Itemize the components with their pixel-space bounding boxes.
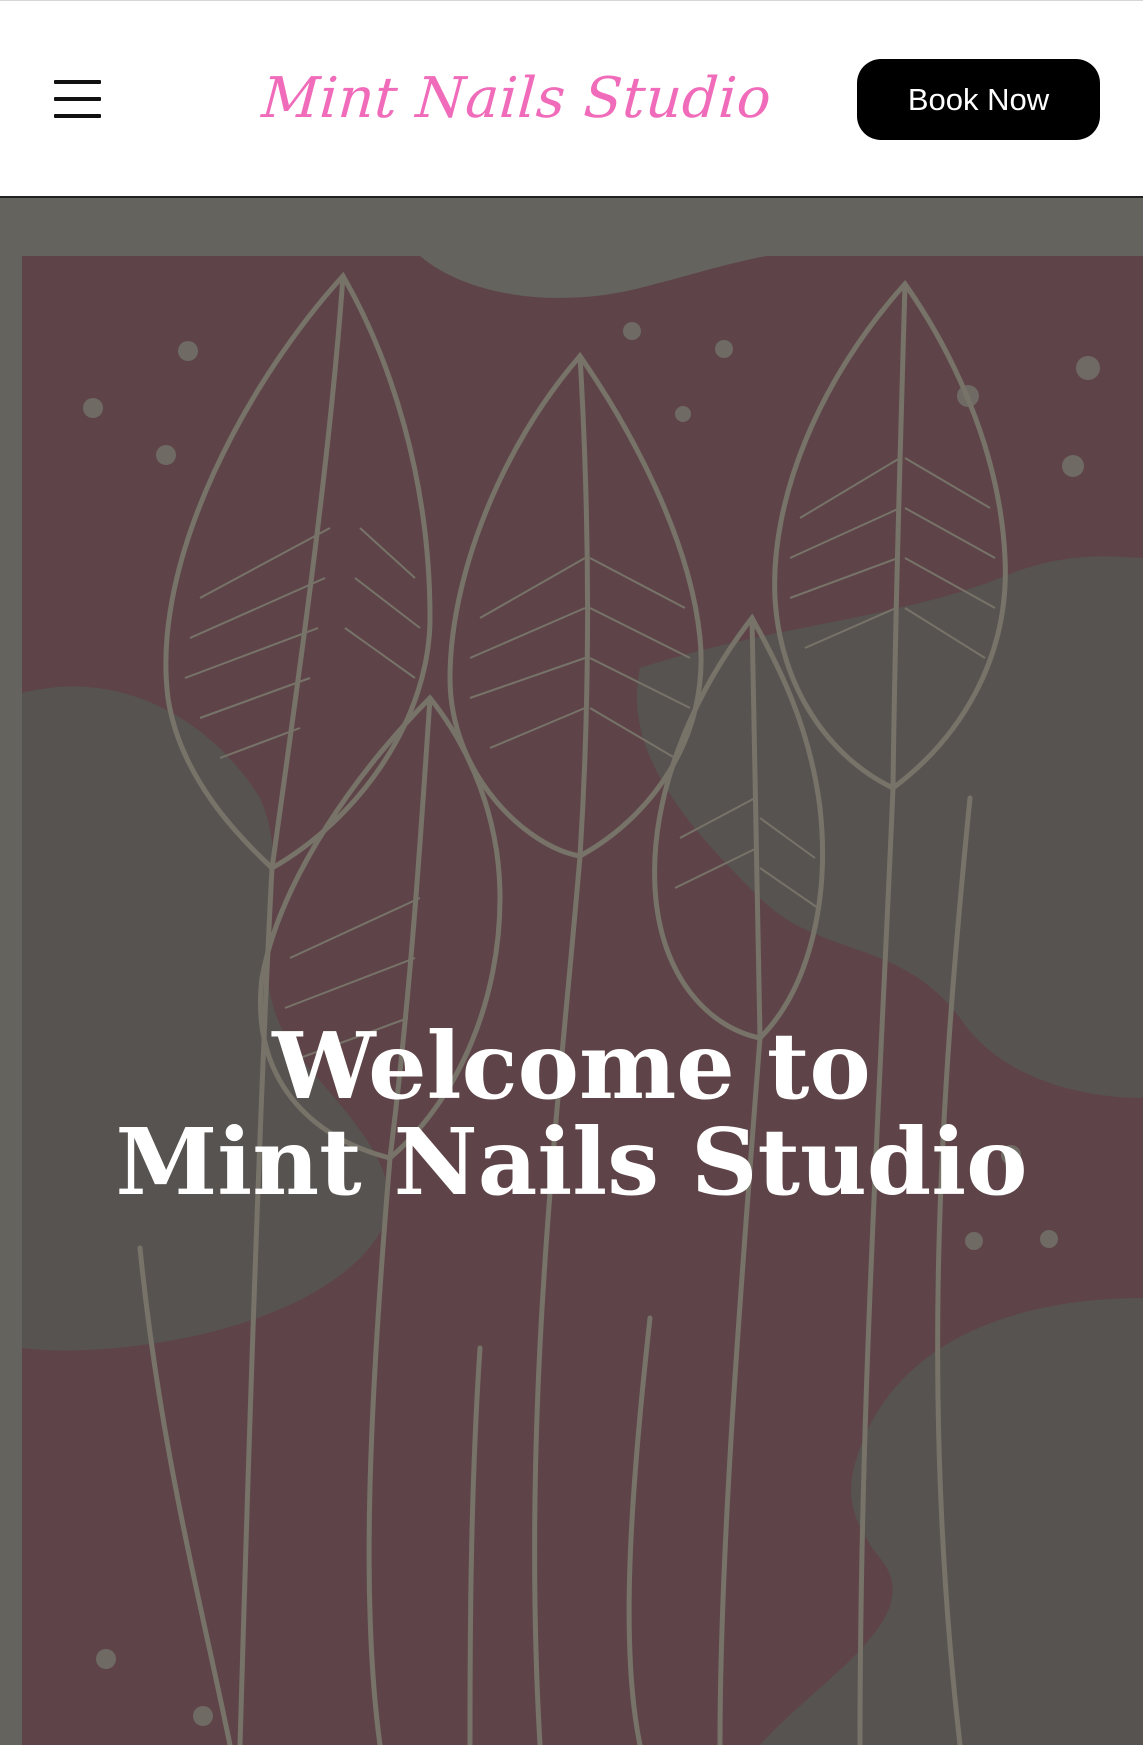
hero-title: Welcome to Mint Nails Studio — [0, 1018, 1143, 1210]
site-logo[interactable]: Mint Nails Studio — [259, 59, 774, 139]
hero-title-line-2: Mint Nails Studio — [115, 1108, 1028, 1216]
menu-bar — [54, 80, 101, 84]
leaf-illustration-background — [22, 250, 1143, 1745]
site-header: Mint Nails Studio Book Now — [0, 0, 1143, 197]
menu-bar — [54, 114, 101, 118]
hero-section: Welcome to Mint Nails Studio — [0, 198, 1143, 1745]
hero-title-line-1: Welcome to — [272, 1012, 871, 1120]
hamburger-menu-icon[interactable] — [52, 75, 104, 127]
menu-bar — [54, 97, 101, 101]
book-now-button[interactable]: Book Now — [857, 59, 1100, 140]
